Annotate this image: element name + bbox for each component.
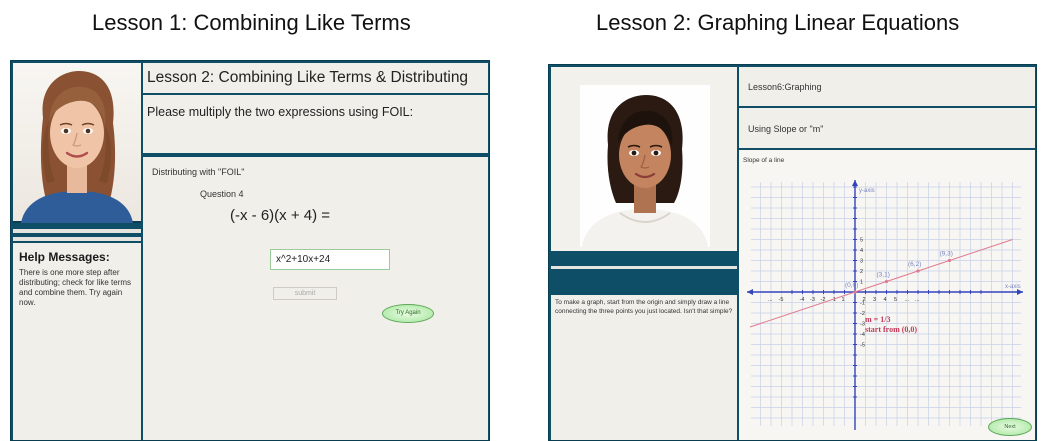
slope-annotation: m = 1/3 bbox=[865, 315, 890, 324]
x-tick-label: -5 bbox=[779, 297, 784, 303]
equation: (-x - 6)(x + 4) = bbox=[230, 207, 331, 224]
y-tick-label: 3 bbox=[860, 259, 863, 265]
lesson-title: Lesson 2: Combining Like Terms & Distrib… bbox=[143, 63, 488, 93]
divider-bar bbox=[551, 266, 737, 269]
problem-prompt: Please multiply the two expressions usin… bbox=[143, 95, 488, 153]
x-axis-label: x-axis bbox=[1005, 284, 1021, 290]
slope-line bbox=[749, 239, 1013, 328]
coordinate-graph: y-axisx-axis... -5 -4 -3 -2 -1 1 2 3 4 5... ...5432… bbox=[747, 180, 1023, 430]
y-tick-label: -1 bbox=[860, 301, 865, 307]
point-label: (9,3) bbox=[940, 251, 953, 258]
lesson2-caption: Lesson 2: Graphing Linear Equations bbox=[596, 10, 960, 35]
y-tick-label: 4 bbox=[860, 248, 863, 254]
try-again-button[interactable]: Try Again bbox=[382, 304, 434, 323]
x-tick-label: ... bbox=[768, 297, 773, 303]
question-label: Question 4 bbox=[200, 189, 244, 199]
tutor-avatar bbox=[551, 67, 737, 251]
x-tick-label: ... bbox=[905, 297, 910, 303]
y-tick-label: -5 bbox=[860, 343, 865, 349]
help-text: There is one more step after distributin… bbox=[19, 268, 132, 307]
data-point bbox=[947, 258, 952, 263]
data-point bbox=[884, 279, 889, 284]
answer-input[interactable]: x^2+10x+24 bbox=[270, 249, 390, 270]
x-tick-label: -4 bbox=[800, 297, 805, 303]
y-axis-arrow bbox=[852, 180, 858, 186]
x-tick-label: 5 bbox=[894, 297, 897, 303]
y-axis-label: y-axis bbox=[859, 188, 875, 194]
help-messages-panel: Help Messages: There is one more step af… bbox=[13, 243, 141, 440]
x-axis-arrow bbox=[747, 289, 753, 295]
female-avatar-icon bbox=[582, 95, 708, 247]
data-point bbox=[853, 290, 857, 294]
data-point bbox=[916, 269, 920, 273]
graph-area: Slope of a line y-axis x-axis... -5 -4 -3 -2-… bbox=[739, 150, 1035, 440]
graph-label: Slope of a line bbox=[743, 157, 785, 164]
lesson1-caption: Lesson 1: Combining Like Terms bbox=[92, 10, 411, 35]
point-label: (3,1) bbox=[877, 272, 890, 279]
y-tick-label: 5 bbox=[860, 238, 863, 244]
x-tick-label: 3 bbox=[873, 297, 876, 303]
instructions-panel: To make a graph, start from the origin a… bbox=[551, 295, 737, 440]
start-annotation: start from (0,0) bbox=[865, 325, 917, 334]
tutor-avatar bbox=[13, 63, 141, 223]
divider-bar bbox=[13, 237, 141, 241]
divider-bar bbox=[13, 229, 141, 233]
x-tick-label: -3 bbox=[810, 297, 815, 303]
y-tick-label: 2 bbox=[860, 269, 863, 275]
female-avatar-icon bbox=[21, 71, 133, 223]
instructions-text: To make a graph, start from the origin a… bbox=[555, 299, 733, 315]
work-area: Distributing with "FOIL" Question 4 (-x … bbox=[143, 155, 488, 440]
lesson1-screenshot: Help Messages: There is one more step af… bbox=[10, 60, 490, 441]
x-tick-label: 4 bbox=[884, 297, 887, 303]
lesson-title: Lesson6:Graphing bbox=[739, 67, 1035, 106]
help-title: Help Messages: bbox=[19, 250, 110, 264]
x-tick-label: 1 bbox=[842, 297, 845, 303]
point-label: (6,2) bbox=[908, 261, 921, 268]
x-tick-label: ... bbox=[915, 297, 920, 303]
y-tick-label: 1 bbox=[860, 280, 863, 286]
point-label: (0,0) bbox=[845, 282, 858, 289]
section-title: Distributing with "FOIL" bbox=[152, 167, 245, 177]
next-button[interactable]: Next bbox=[988, 418, 1032, 436]
submit-button[interactable]: submit bbox=[273, 287, 337, 300]
lesson2-screenshot: To make a graph, start from the origin a… bbox=[548, 64, 1037, 441]
lesson-subtitle: Using Slope or "m" bbox=[739, 108, 1035, 148]
